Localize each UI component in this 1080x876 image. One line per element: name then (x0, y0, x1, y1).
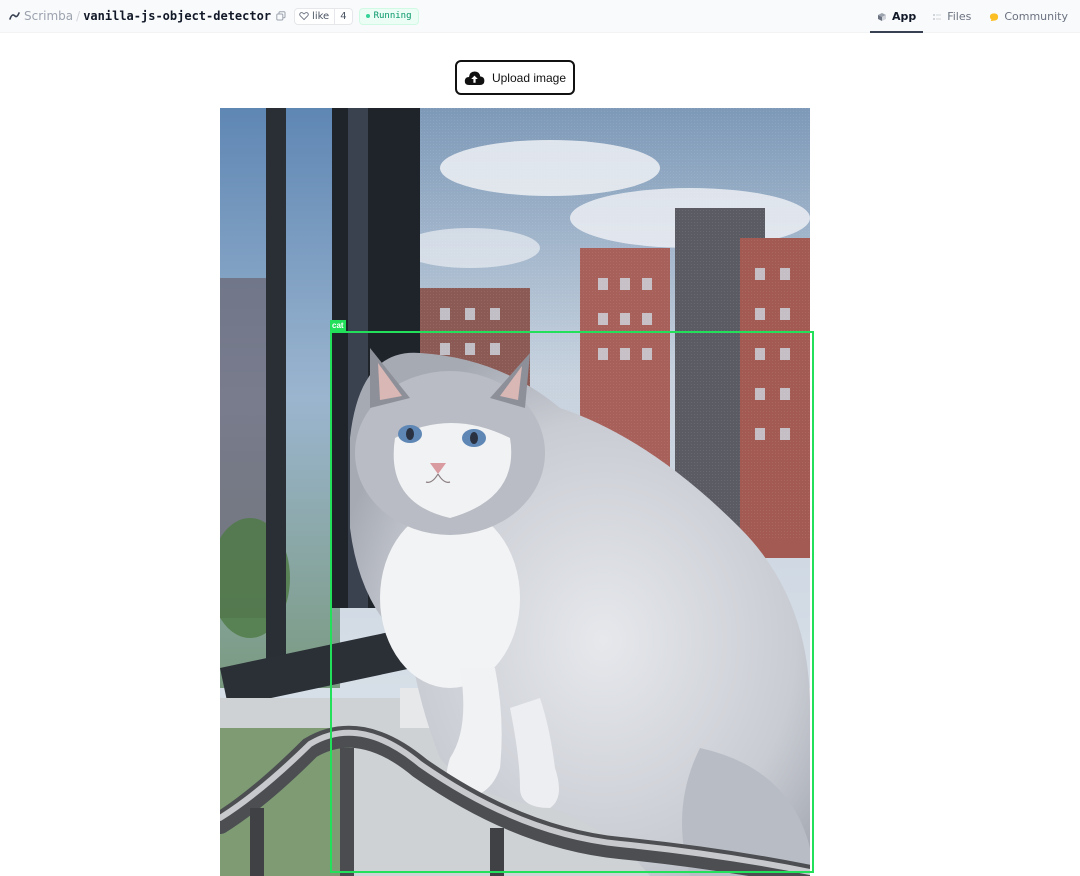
app-header: Scrimba / vanilla-js-object-detector lik… (0, 0, 1080, 33)
tab-files[interactable]: Files (926, 0, 977, 33)
like-button[interactable]: like (295, 9, 334, 24)
files-icon (932, 12, 942, 22)
tab-community-label: Community (1004, 10, 1068, 23)
status-badge: Running (358, 7, 419, 25)
space-tabs: App Files Community (870, 0, 1080, 33)
breadcrumb: Scrimba / vanilla-js-object-detector lik… (0, 0, 419, 33)
cloud-upload-icon (464, 70, 485, 86)
like-label: like (312, 10, 330, 22)
detection-bounding-box (330, 331, 814, 873)
tab-app[interactable]: App (870, 0, 924, 33)
scrimba-logo-icon (9, 11, 20, 21)
tab-app-label: App (892, 10, 917, 23)
copy-icon[interactable] (276, 11, 287, 22)
repo-name-link[interactable]: vanilla-js-object-detector (83, 9, 271, 23)
community-icon (989, 12, 999, 22)
app-icon (877, 12, 887, 22)
breadcrumb-separator: / (76, 9, 81, 23)
upload-image-label: Upload image (491, 70, 567, 85)
detection-label: cat (330, 320, 346, 332)
org-name-link[interactable]: Scrimba (24, 9, 73, 23)
like-group: like 4 (294, 7, 353, 25)
tab-files-label: Files (947, 10, 972, 23)
tab-community[interactable]: Community (983, 0, 1074, 33)
heart-icon (299, 11, 309, 21)
like-count[interactable]: 4 (334, 8, 351, 24)
status-text: Running (373, 11, 412, 21)
upload-image-button[interactable]: Upload image (455, 60, 575, 95)
status-dot-icon (365, 14, 370, 18)
